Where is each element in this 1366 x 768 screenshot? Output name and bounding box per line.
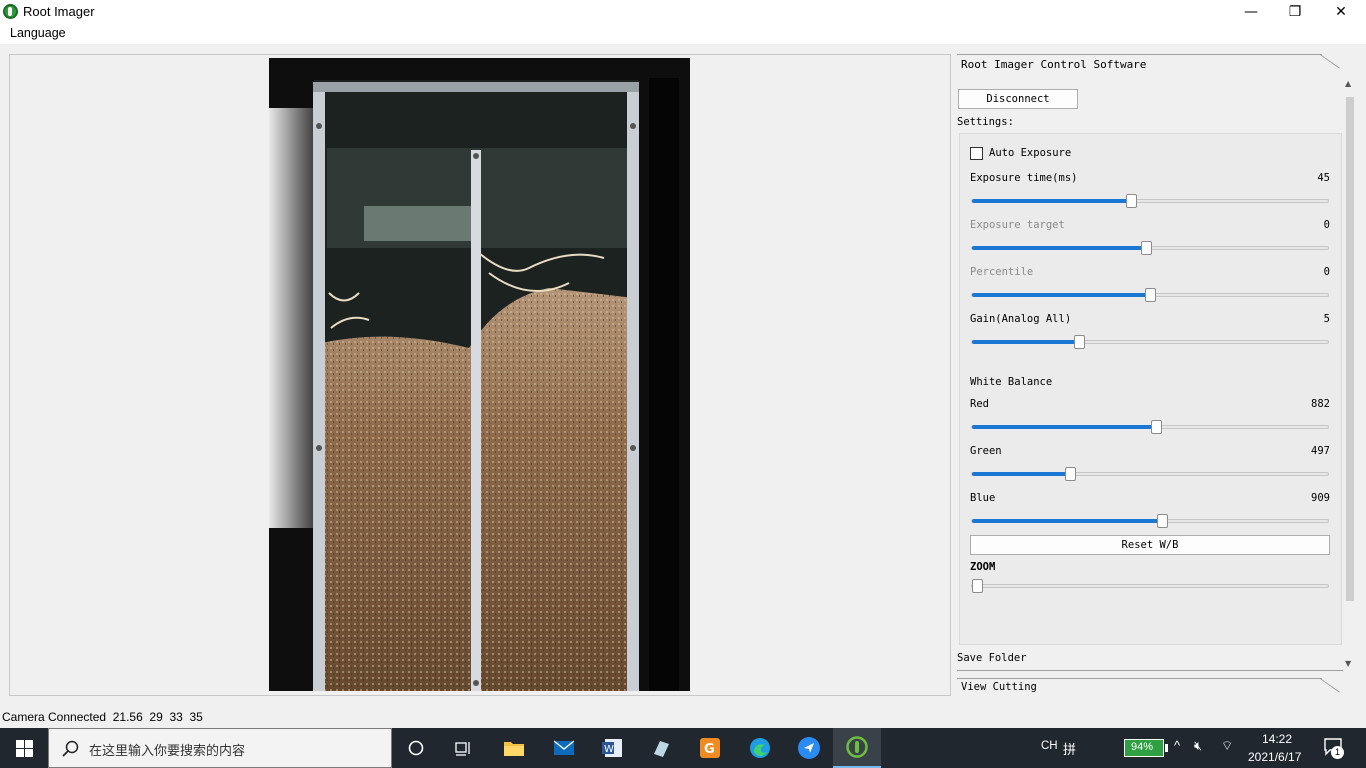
speaker-muted-icon[interactable]: 🔇︎	[1194, 738, 1202, 754]
chevron-up-icon[interactable]: ^	[1174, 738, 1180, 753]
slider-fill	[972, 519, 1162, 523]
menu-bar: Language	[0, 23, 1366, 44]
settings-group	[959, 133, 1342, 645]
auto-exposure-label: Auto Exposure	[989, 147, 1072, 159]
menu-language[interactable]: Language	[10, 26, 66, 40]
auto-exposure-checkbox[interactable]	[970, 147, 983, 160]
disconnect-button[interactable]: Disconnect	[958, 89, 1078, 109]
slider-label-exposure-target: Exposure target	[970, 219, 1065, 231]
slider-label-exposure-time: Exposure time(ms)	[970, 172, 1078, 184]
slider-thumb[interactable]	[1065, 467, 1076, 481]
zoom-slider[interactable]	[971, 579, 1329, 593]
slider-fill	[972, 293, 1150, 297]
settings-label: Settings:	[957, 116, 1014, 128]
word-icon[interactable]: W	[588, 728, 636, 768]
tab-divider	[1319, 54, 1340, 69]
window-title: Root Imager	[23, 4, 95, 19]
battery-tip	[1165, 744, 1168, 752]
tab-divider	[1319, 678, 1340, 693]
cortana-icon[interactable]	[392, 728, 440, 768]
title-bar: Root Imager — ❐ ✕	[0, 0, 1366, 23]
battery-indicator[interactable]: 94%	[1124, 739, 1164, 757]
root-imager-app-icon	[3, 4, 18, 19]
blue-slider[interactable]	[971, 514, 1329, 528]
battery-percent: 94%	[1131, 741, 1154, 753]
ime-language-indicator[interactable]: CH	[1041, 740, 1058, 752]
start-button[interactable]	[0, 728, 48, 768]
taskbar: 在这里输入你要搜索的内容 W G CH 拼 94% ^ 🔇︎ ⌔ 14:22 2…	[0, 728, 1366, 768]
clock-date[interactable]: 2021/6/17	[1248, 750, 1301, 764]
slider-thumb[interactable]	[972, 579, 983, 593]
slider-label-red: Red	[970, 398, 989, 410]
ime-mode-indicator[interactable]: 拼	[1063, 739, 1076, 758]
exposure-target-slider[interactable]	[971, 241, 1329, 255]
slider-fill	[972, 340, 1079, 344]
slider-thumb[interactable]	[1141, 241, 1152, 255]
messenger-app-icon[interactable]	[785, 728, 833, 768]
close-button[interactable]: ✕	[1318, 0, 1364, 23]
camera-preview-image	[269, 58, 690, 691]
slider-value-blue: 909	[1311, 492, 1330, 504]
panel-scrollbar[interactable]: ▲ ▼	[1343, 75, 1357, 673]
tab-divider	[957, 670, 1345, 671]
tab-view-cutting[interactable]: View Cutting	[961, 681, 1037, 693]
tab-divider	[957, 678, 1322, 679]
slider-fill	[972, 425, 1156, 429]
edge-browser-icon[interactable]	[736, 728, 784, 768]
taskbar-search-box[interactable]: 在这里输入你要搜索的内容	[48, 728, 392, 768]
notifications-icon[interactable]: 1	[1322, 736, 1344, 759]
slider-value-exposure-time: 45	[1317, 172, 1330, 184]
slider-value-red: 882	[1311, 398, 1330, 410]
svg-text:W: W	[604, 744, 614, 755]
windows-logo-icon	[15, 739, 33, 757]
percentile-slider[interactable]	[971, 288, 1329, 302]
network-icon[interactable]: ⌔	[1221, 738, 1233, 754]
slider-thumb[interactable]	[1157, 514, 1168, 528]
green-slider[interactable]	[971, 467, 1329, 481]
search-icon	[62, 740, 79, 757]
slider-value-green: 497	[1311, 445, 1330, 457]
slider-value-gain: 5	[1323, 313, 1330, 325]
gain-slider[interactable]	[971, 335, 1329, 349]
scroll-thumb[interactable]	[1346, 97, 1354, 601]
zoom-label: ZOOM	[970, 561, 996, 573]
slider-thumb[interactable]	[1126, 194, 1137, 208]
notes-app-icon[interactable]	[637, 728, 685, 768]
root-imager-taskbar-icon[interactable]	[833, 728, 881, 768]
status-bar-text: Camera Connected 21.56 29 33 35	[2, 710, 203, 724]
file-explorer-icon[interactable]	[490, 728, 538, 768]
notification-count-badge: 1	[1331, 746, 1344, 759]
slider-label-blue: Blue	[970, 492, 996, 504]
slider-thumb[interactable]	[1145, 288, 1156, 302]
scroll-up-icon[interactable]: ▲	[1345, 79, 1351, 88]
scroll-down-icon[interactable]: ▼	[1345, 659, 1351, 668]
slider-label-percentile: Percentile	[970, 266, 1034, 278]
reset-wb-button[interactable]: Reset W/B	[970, 535, 1330, 555]
svg-text:G: G	[704, 742, 715, 757]
minimize-button[interactable]: —	[1228, 0, 1274, 23]
pdf-app-icon[interactable]: G	[686, 728, 734, 768]
slider-label-green: Green	[970, 445, 1002, 457]
search-placeholder: 在这里输入你要搜索的内容	[89, 744, 246, 759]
slider-label-gain: Gain(Analog All)	[970, 313, 1072, 325]
tab-divider	[957, 54, 1322, 55]
mail-icon[interactable]	[540, 728, 588, 768]
exposure-time-slider[interactable]	[971, 194, 1329, 208]
slider-fill	[972, 246, 1146, 250]
slider-fill	[972, 472, 1070, 476]
tab-save-folder[interactable]: Save Folder	[957, 652, 1027, 664]
red-slider[interactable]	[971, 420, 1329, 434]
slider-fill	[972, 199, 1131, 203]
tab-root-imager-control[interactable]: Root Imager Control Software	[961, 58, 1146, 71]
task-view-icon[interactable]	[440, 728, 488, 768]
camera-preview-graphic	[269, 58, 690, 691]
slider-thumb[interactable]	[1151, 420, 1162, 434]
slider-thumb[interactable]	[1074, 335, 1085, 349]
white-balance-label: White Balance	[970, 376, 1053, 388]
slider-value-percentile: 0	[1323, 266, 1330, 278]
slider-value-exposure-target: 0	[1323, 219, 1330, 231]
clock-time[interactable]: 14:22	[1262, 732, 1292, 746]
restore-button[interactable]: ❐	[1272, 0, 1318, 23]
